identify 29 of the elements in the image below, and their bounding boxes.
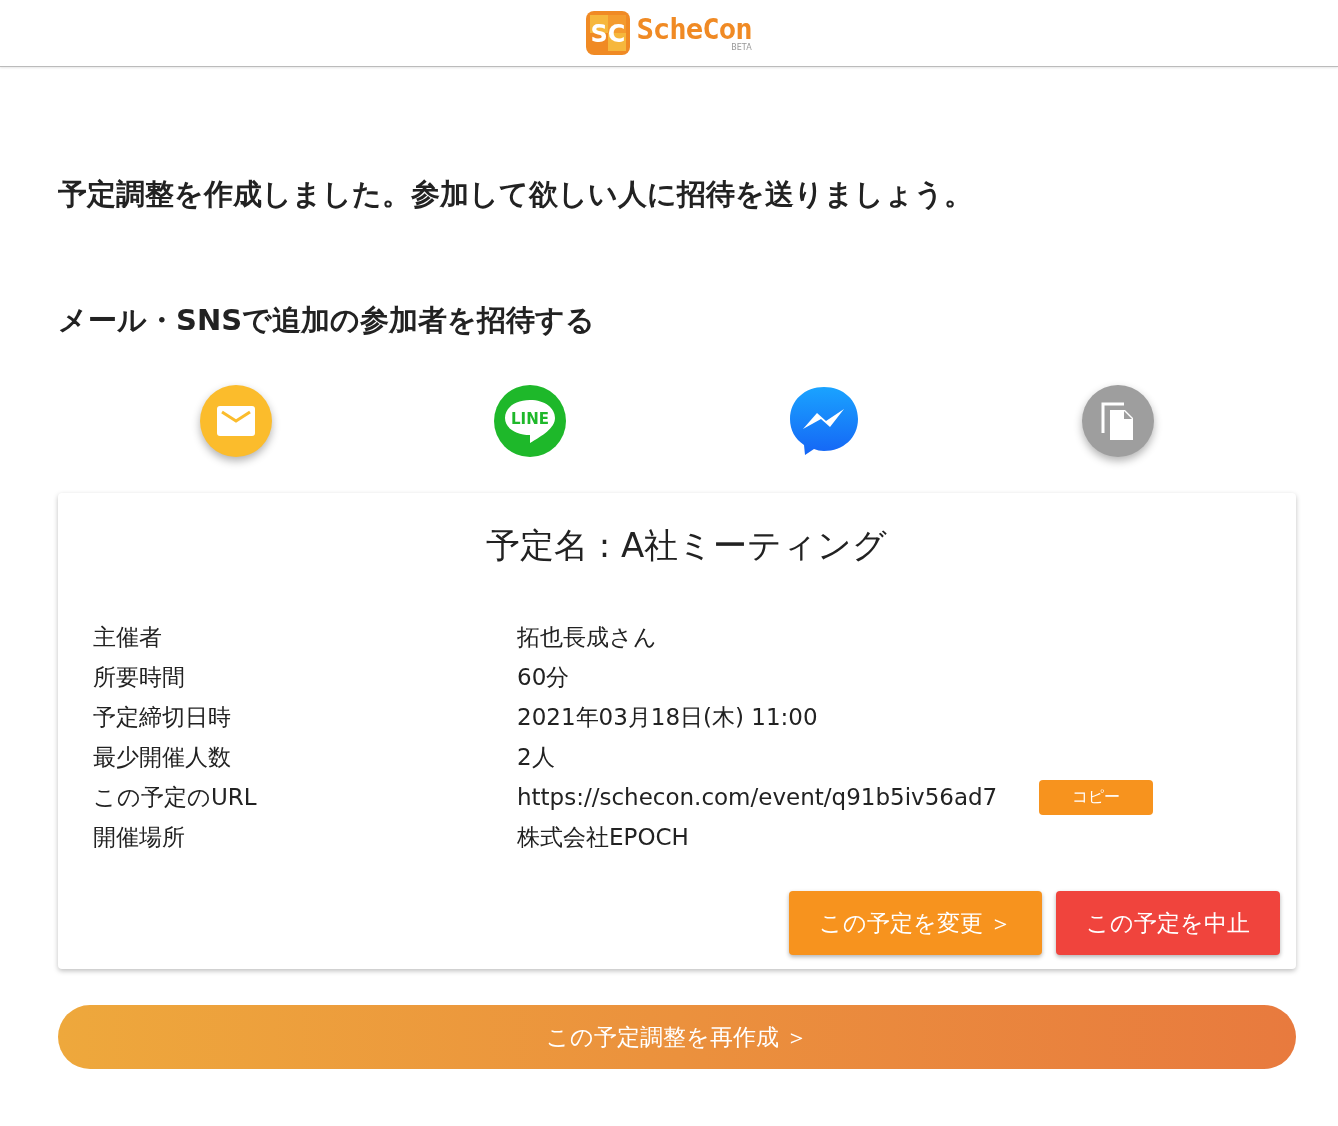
detail-label: 最少開催人数 <box>93 742 232 772</box>
detail-value: 60分 <box>517 662 570 692</box>
recreate-button[interactable]: この予定調整を再作成 ＞ <box>58 1005 1296 1069</box>
logo-text: ScheCon <box>636 14 752 44</box>
copy-icon <box>1100 401 1136 441</box>
copy-url-button[interactable]: コピー <box>1039 779 1154 815</box>
detail-label: この予定のURL <box>93 782 258 812</box>
messenger-icon <box>788 385 860 457</box>
beta-label: BETA <box>731 44 752 52</box>
edit-button[interactable]: この予定を変更 ＞ <box>788 891 1042 955</box>
detail-value: 2人 <box>517 742 555 772</box>
detail-label: 主催者 <box>93 622 163 652</box>
detail-label: 予定締切日時 <box>93 702 232 732</box>
detail-value: 株式会社EPOCH <box>517 822 689 852</box>
messenger-button[interactable] <box>788 385 860 457</box>
detail-value: 拓也長成さん <box>517 622 657 652</box>
mail-button[interactable] <box>200 385 272 457</box>
cancel-button[interactable]: この予定を中止 <box>1056 891 1280 955</box>
copy-button[interactable] <box>1082 385 1154 457</box>
detail-value: 2021年03月18日(木) 11:00 <box>517 702 818 732</box>
event-title: 予定名 : A社ミーティング <box>484 524 889 567</box>
logo-icon: SC <box>586 11 631 55</box>
section-heading: メール・SNSで追加の参加者を招待する <box>58 302 597 339</box>
success-message: 予定調整を作成しました。参加して欲しい人に招待を送りましょう。 <box>58 176 974 213</box>
detail-label: 開催場所 <box>93 822 186 852</box>
line-button[interactable]: LINE <box>494 385 566 457</box>
mail-icon <box>217 406 255 436</box>
detail-value: https://schecon.com/event/q91b5iv56ad7 <box>517 784 998 810</box>
detail-label: 所要時間 <box>93 662 186 692</box>
